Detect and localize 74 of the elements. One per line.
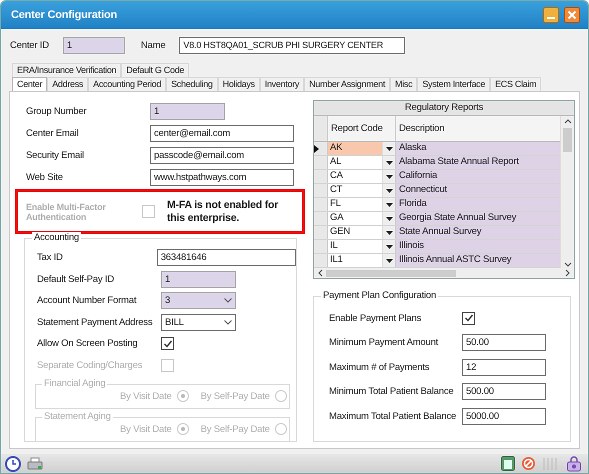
input-field[interactable]: 5000.00 [462, 408, 546, 425]
table-cell[interactable]: IL [328, 240, 383, 253]
input-field[interactable]: 500.00 [462, 383, 546, 400]
field-label: Minimum Total Patient Balance [328, 386, 454, 398]
table-cell: California [396, 170, 560, 183]
table-cell: Illinois Annual ASTC Survey [396, 254, 560, 267]
input-field[interactable]: passcode@email.com [150, 146, 294, 164]
table-cell[interactable]: CT [328, 184, 383, 197]
group-title: Payment Plan Configuration [321, 290, 438, 301]
input-field[interactable]: 12 [462, 358, 546, 376]
tab[interactable]: Misc [390, 77, 418, 91]
table-cell: Georgia State Annual Survey [396, 212, 560, 225]
group-title: Accounting [32, 232, 82, 243]
tab[interactable]: Address [47, 77, 88, 91]
table-cell[interactable]: GA [328, 212, 383, 225]
tab[interactable]: ERA/Insurance Verification [12, 63, 122, 77]
field-label: Center Email [25, 128, 80, 139]
input-field[interactable]: V8.0 HST8QA01_SCRUB PHI SURGERY CENTER [179, 36, 406, 54]
tab[interactable]: Holidays [218, 77, 260, 91]
tab[interactable]: ECS Claim [490, 77, 542, 91]
field-label: Center ID [10, 40, 49, 50]
table-cell: State Annual Survey [396, 226, 560, 239]
field-label: Statement Payment Address [36, 316, 154, 328]
table-cell[interactable]: AK [328, 142, 383, 155]
field-label: Maximum Total Patient Balance [328, 410, 458, 422]
table-cell[interactable]: FL [328, 198, 383, 211]
tab[interactable]: Center [12, 77, 48, 91]
table-cell: Alabama State Annual Report [396, 156, 560, 169]
input-field[interactable]: 1 [150, 102, 225, 120]
table-cell: Illinois [396, 240, 560, 253]
group-title: Statement Aging [42, 410, 113, 422]
field-label: Enable Multi-Factor Authentication [25, 202, 107, 222]
tab[interactable]: Scheduling [166, 77, 218, 91]
tab[interactable]: Accounting Period [88, 77, 166, 91]
field-label: Allow On Screen Posting [36, 338, 138, 350]
tab[interactable]: Inventory [260, 77, 304, 91]
table-cell[interactable]: GEN [328, 226, 383, 239]
field-label: Separate Coding/Charges [36, 360, 144, 371]
field-label: Name [140, 40, 166, 50]
field-label: Account Number Format [36, 295, 138, 306]
field-label: Maximum # of Payments [328, 362, 430, 373]
column-header[interactable]: Report Code [328, 116, 396, 141]
tab[interactable]: System Interface [417, 77, 490, 91]
field-label: Web Site [25, 172, 64, 183]
tab[interactable]: Default G Code [121, 63, 190, 77]
field-label: Enable Payment Plans [328, 312, 422, 324]
field-label: Tax ID [36, 252, 64, 264]
table-cell: Connecticut [396, 184, 560, 197]
input-field[interactable]: 50.00 [462, 334, 546, 352]
tab[interactable]: Number Assignment [304, 77, 390, 91]
radio-label: By Visit Date [120, 424, 172, 435]
table-cell[interactable]: AL [328, 156, 383, 169]
window-title: Center Configuration [11, 9, 118, 21]
table-cell[interactable]: IL1 [328, 254, 383, 267]
field-label: Group Number [25, 106, 88, 117]
input-field[interactable]: center@email.com [150, 124, 294, 142]
notice-text: M-FA is not enabled for this enterprise. [167, 198, 280, 225]
field-label: Default Self-Pay ID [36, 274, 115, 285]
table-cell: Florida [396, 198, 560, 211]
field-label: Minimum Payment Amount [328, 337, 440, 348]
radio-label: By Visit Date [120, 390, 172, 402]
radio-label: By Self-Pay Date [200, 424, 270, 435]
input-field[interactable]: 1 [161, 270, 236, 288]
input-field[interactable]: 1 [62, 36, 125, 54]
dropdown[interactable]: BILL [161, 314, 236, 331]
input-field[interactable]: 363481646 [156, 249, 296, 266]
table-cell[interactable]: CA [328, 170, 383, 183]
group-title: Financial Aging [42, 378, 108, 389]
dropdown[interactable]: 3 [161, 292, 236, 310]
radio-label: By Self-Pay Date [200, 390, 270, 402]
grid-caption: Regulatory Reports [314, 101, 574, 116]
input-field[interactable]: www.hstpathways.com [150, 168, 294, 186]
table-cell: Alaska [396, 142, 560, 155]
field-label: Security Email [25, 150, 85, 161]
